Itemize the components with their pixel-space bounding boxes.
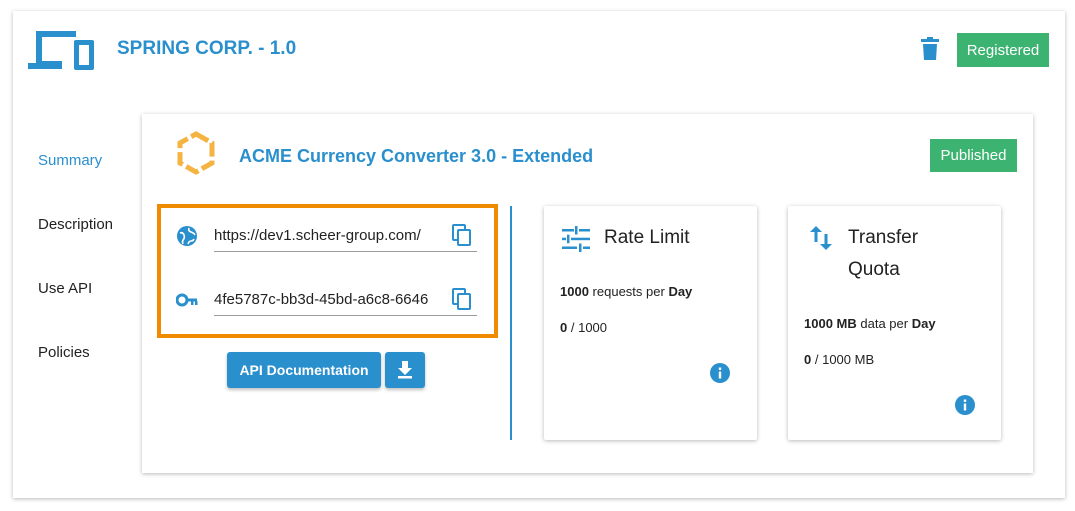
devices-icon (28, 31, 94, 70)
rate-limit-card: Rate Limit 1000 requests per Day 0 / 100… (544, 206, 757, 440)
copy-key-icon[interactable] (451, 288, 473, 310)
transfer-quota-card: Transfer Quota 1000 MB data per Day 0 / … (788, 206, 1001, 440)
rate-limit-title: Rate Limit (604, 227, 690, 248)
endpoint-url-input[interactable] (214, 218, 436, 248)
key-icon (176, 293, 198, 307)
rate-limit-usage: 0 / 1000 (560, 320, 608, 335)
published-status-badge: Published (930, 139, 1017, 172)
tune-sliders-icon (562, 226, 590, 252)
api-documentation-button[interactable]: API Documentation (227, 352, 381, 388)
swap-vertical-icon (810, 226, 832, 250)
trash-icon[interactable] (921, 37, 939, 61)
api-title: ACME Currency Converter 3.0 - Extended (239, 146, 594, 166)
sidebar-item-summary[interactable]: Summary (38, 152, 102, 169)
rate-limit-info-icon[interactable] (709, 362, 731, 384)
transfer-quota-title-line2: Quota (848, 259, 900, 280)
api-key-input[interactable] (214, 282, 436, 312)
sidebar-item-use-api[interactable]: Use API (38, 280, 92, 297)
transfer-quota-info-icon[interactable] (954, 394, 976, 416)
sidebar-item-policies[interactable]: Policies (38, 344, 90, 361)
app-title: SPRING CORP. - 1.0 (117, 38, 297, 59)
section-divider (510, 206, 512, 440)
download-icon (398, 361, 412, 379)
registration-status-badge: Registered (957, 33, 1049, 67)
sidebar-item-description[interactable]: Description (38, 216, 113, 233)
transfer-quota-title-line1: Transfer (848, 227, 919, 248)
download-button[interactable] (385, 352, 425, 388)
endpoint-url-field (214, 218, 477, 252)
api-key-field (214, 282, 477, 316)
transfer-quota-summary: 1000 MB data per Day (804, 316, 936, 331)
globe-icon (177, 226, 197, 246)
copy-url-icon[interactable] (451, 224, 473, 246)
rate-limit-summary: 1000 requests per Day (560, 284, 693, 299)
transfer-quota-usage: 0 / 1000 MB (804, 352, 875, 367)
api-logo (177, 131, 215, 175)
